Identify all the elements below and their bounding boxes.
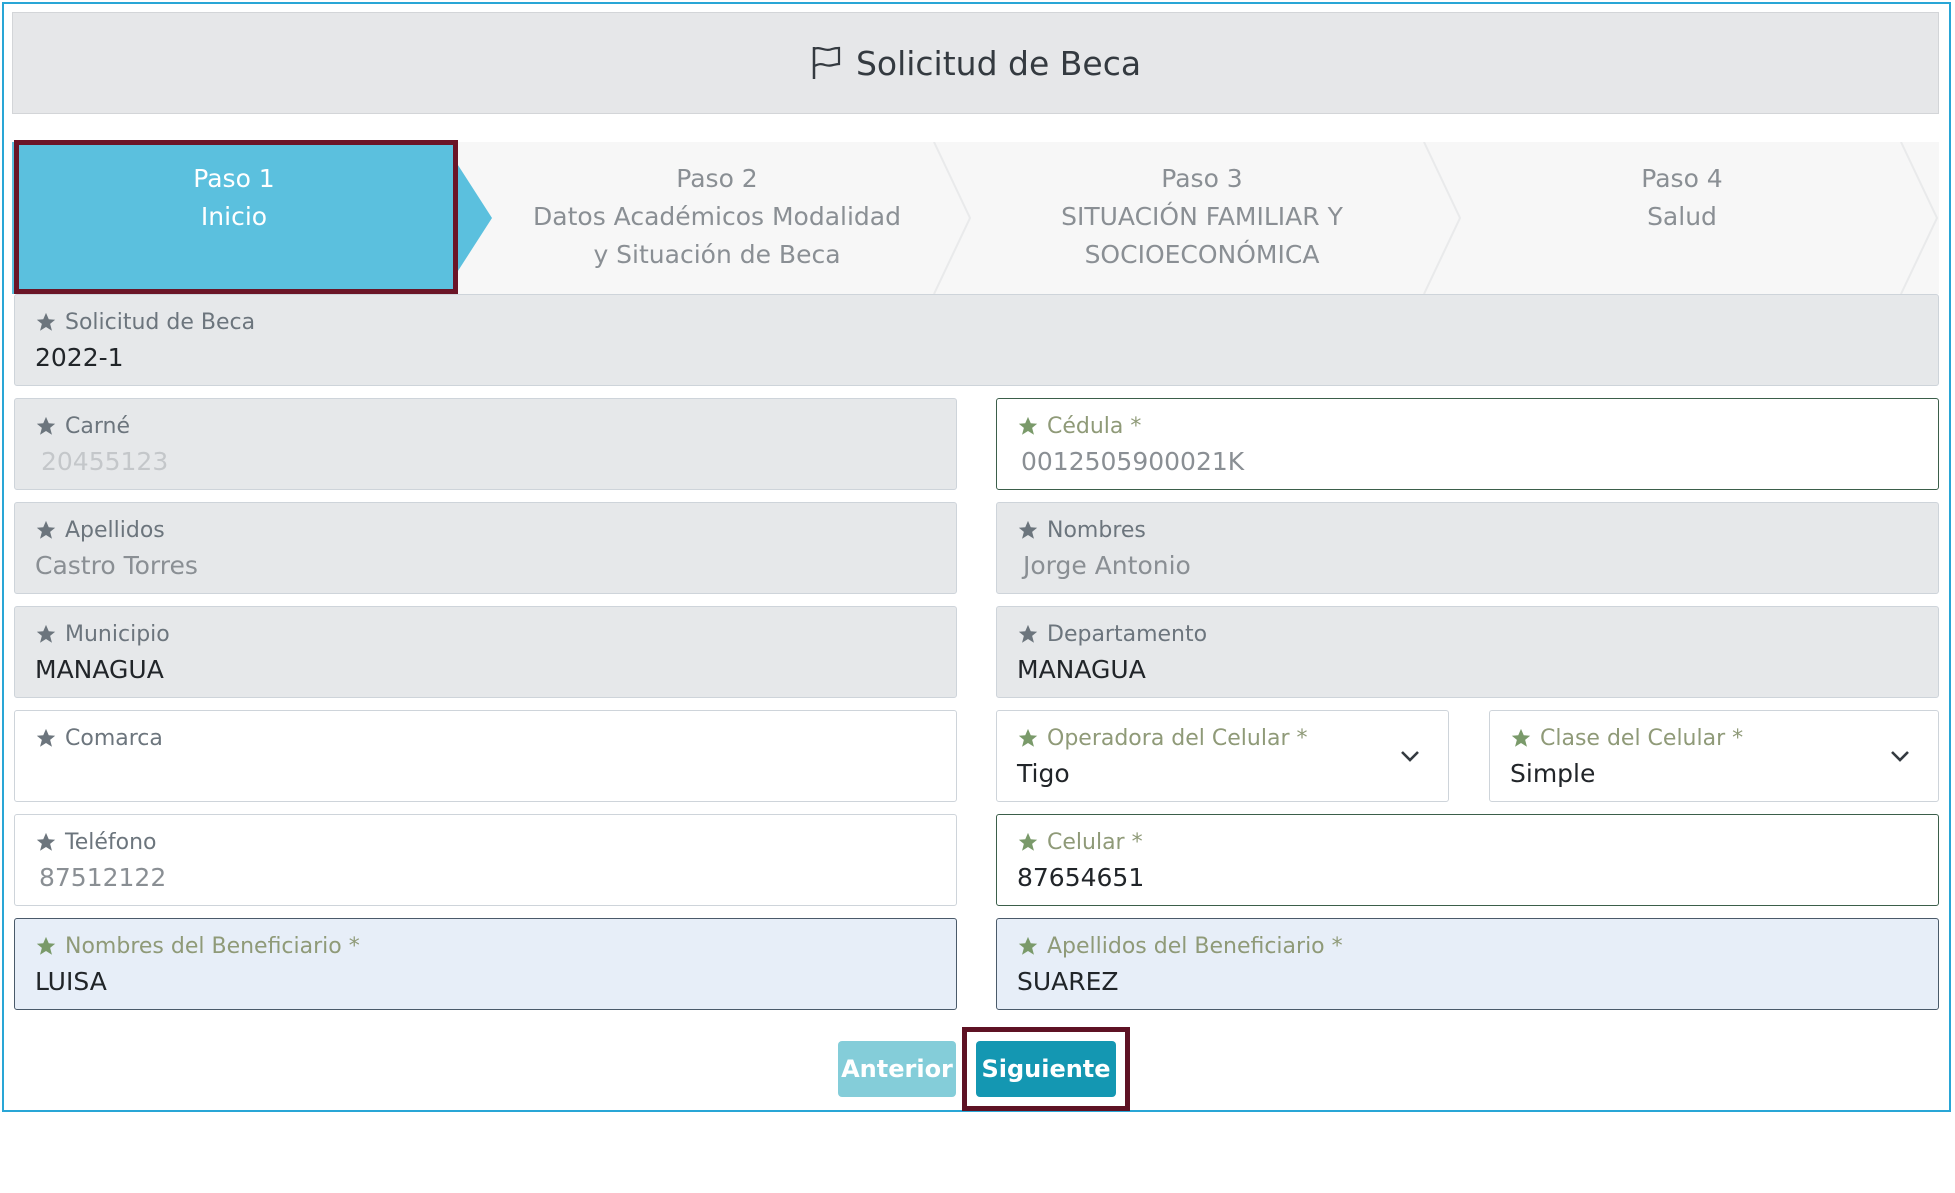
step-2-arrow (933, 142, 972, 294)
step-3[interactable]: Paso 3 SITUACIÓN FAMILIAR Y SOCIOECONÓMI… (972, 142, 1432, 294)
step-2-label: Paso 2 (676, 164, 758, 193)
step-4[interactable]: Paso 4 Salud (1462, 142, 1902, 294)
carne-field: Carné 20455123 (14, 398, 957, 490)
cedula-value[interactable]: 0012505900021K (1017, 445, 1918, 479)
celular-field[interactable]: Celular * 87654651 (996, 814, 1939, 906)
clase-value: Simple (1510, 759, 1596, 788)
step-3-sub: SITUACIÓN FAMILIAR Y SOCIOECONÓMICA (1061, 202, 1343, 269)
nombres-label: Nombres (1047, 517, 1146, 543)
operadora-select[interactable]: Operadora del Celular * Tigo (996, 710, 1449, 802)
star-icon (1018, 520, 1038, 539)
page-title: Solicitud de Beca (855, 43, 1142, 83)
departamento-value: MANAGUA (1017, 655, 1146, 684)
apellidos-beneficiario-value[interactable]: SUAREZ (1017, 965, 1918, 999)
municipio-value: MANAGUA (35, 655, 164, 684)
carne-label: Carné (65, 413, 130, 439)
page-header: Solicitud de Beca (12, 12, 1939, 114)
departamento-field: Departamento MANAGUA (996, 606, 1939, 698)
apellidos-value: Castro Torres (35, 551, 198, 580)
star-icon (1018, 728, 1038, 747)
star-icon (1018, 416, 1038, 435)
departamento-label: Departamento (1047, 621, 1208, 647)
flag-icon (812, 46, 841, 79)
nombres-beneficiario-label: Nombres del Beneficiario * (65, 933, 360, 959)
steps-wizard: Paso 1 Inicio Paso 2 Datos Académicos Mo… (12, 142, 1939, 294)
star-icon (36, 520, 56, 539)
star-icon (36, 936, 56, 955)
chevron-down-icon (1401, 751, 1419, 762)
solicitud-field: Solicitud de Beca 2022-1 (14, 294, 1939, 386)
clase-select[interactable]: Clase del Celular * Simple (1489, 710, 1939, 802)
step-4-sub: Salud (1647, 202, 1717, 231)
nombres-field: Nombres Jorge Antonio (996, 502, 1939, 594)
step-1-sub: Inicio (200, 202, 268, 231)
star-icon (36, 728, 56, 747)
telefono-field[interactable]: Teléfono 87512122 (14, 814, 957, 906)
star-icon (36, 832, 56, 851)
cedula-field[interactable]: Cédula * 0012505900021K (996, 398, 1939, 490)
carne-value: 20455123 (41, 447, 169, 476)
siguiente-button[interactable]: Siguiente (976, 1041, 1116, 1097)
star-icon (36, 624, 56, 643)
nombres-value: Jorge Antonio (1023, 551, 1191, 580)
step-3-arrow (1423, 142, 1462, 294)
telefono-label: Teléfono (65, 829, 157, 855)
step-3-label: Paso 3 (1161, 164, 1243, 193)
apellidos-field: Apellidos Castro Torres (14, 502, 957, 594)
star-icon (1018, 936, 1038, 955)
comarca-label: Comarca (65, 725, 163, 751)
apellidos-beneficiario-field[interactable]: Apellidos del Beneficiario * SUAREZ (996, 918, 1939, 1010)
comarca-field[interactable]: Comarca (14, 710, 957, 802)
star-icon (1511, 728, 1531, 747)
celular-label: Celular * (1047, 829, 1143, 855)
comarca-value[interactable] (35, 757, 936, 791)
star-icon (1018, 624, 1038, 643)
star-icon (1018, 832, 1038, 851)
cedula-label: Cédula * (1047, 413, 1142, 439)
step-1[interactable]: Paso 1 Inicio (12, 142, 456, 294)
clase-label: Clase del Celular * (1540, 725, 1744, 751)
step-1-arrow (456, 162, 492, 274)
solicitud-label: Solicitud de Beca (65, 309, 256, 335)
apellidos-label: Apellidos (65, 517, 165, 543)
step-2[interactable]: Paso 2 Datos Académicos Modalidad y Situ… (492, 142, 942, 294)
municipio-label: Municipio (65, 621, 170, 647)
star-icon (36, 416, 56, 435)
step-1-label: Paso 1 (193, 164, 275, 193)
step-4-label: Paso 4 (1641, 164, 1723, 193)
municipio-field: Municipio MANAGUA (14, 606, 957, 698)
solicitud-value: 2022-1 (35, 343, 124, 372)
nombres-beneficiario-value[interactable]: LUISA (35, 965, 936, 999)
star-icon (36, 312, 56, 331)
anterior-button[interactable]: Anterior (838, 1041, 956, 1097)
celular-value[interactable]: 87654651 (1017, 861, 1918, 895)
apellidos-beneficiario-label: Apellidos del Beneficiario * (1047, 933, 1343, 959)
nombres-beneficiario-field[interactable]: Nombres del Beneficiario * LUISA (14, 918, 957, 1010)
chevron-down-icon (1891, 751, 1909, 762)
operadora-value: Tigo (1017, 759, 1070, 788)
step-2-sub: Datos Académicos Modalidad y Situación d… (533, 202, 901, 269)
step-4-arrow (1900, 142, 1939, 294)
telefono-value[interactable]: 87512122 (35, 861, 936, 895)
operadora-label: Operadora del Celular * (1047, 725, 1308, 751)
